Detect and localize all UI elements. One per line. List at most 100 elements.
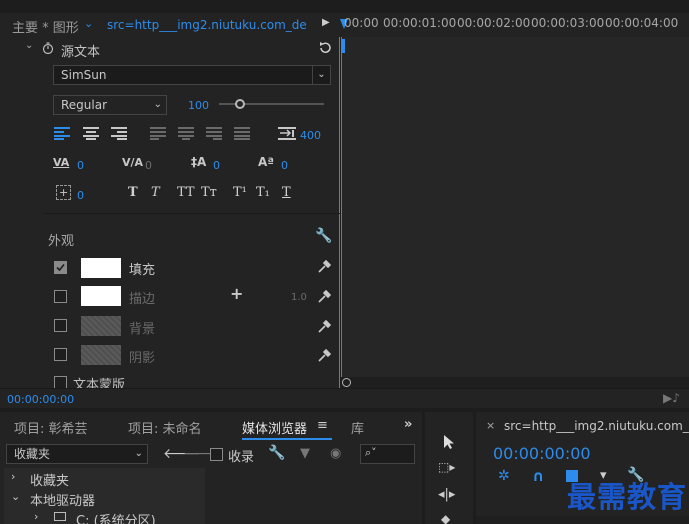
font-family-dropdown[interactable]: SimSun ⌄ — [53, 65, 331, 85]
more-tabs-icon[interactable]: » — [404, 417, 412, 432]
razor-tool-icon[interactable]: ◆ — [441, 512, 450, 524]
media-browser-panel: 项目: 彰希芸 项目: 未命名 媒体浏览器 ≡ 库 » 收藏夹 ⌄ 🡐 🡒 收录… — [0, 412, 422, 524]
align-right-icon[interactable] — [111, 127, 127, 140]
favorites-dropdown[interactable]: 收藏夹 ⌄ — [6, 444, 148, 464]
chevron-down-icon: ⌄ — [153, 99, 162, 110]
playhead-line — [341, 37, 342, 377]
audio-icon[interactable]: ▶♪ — [663, 391, 680, 405]
view-icon[interactable]: ◉ — [330, 446, 341, 461]
justify-left-icon[interactable] — [150, 127, 166, 140]
faux-bold-button[interactable]: T — [128, 185, 138, 200]
wrench-icon[interactable]: 🔧 — [268, 445, 285, 461]
all-caps-button[interactable]: TT — [177, 185, 195, 200]
font-size-value[interactable]: 100 — [188, 99, 209, 112]
align-left-icon[interactable] — [54, 127, 70, 140]
tab-project-1[interactable]: 项目: 彰希芸 — [14, 418, 88, 437]
status-bar: 00:00:00:00 ▶♪ — [0, 388, 689, 408]
linked-selection-icon[interactable]: ∩ — [532, 467, 544, 485]
drive-icon — [54, 512, 66, 521]
font-style-value: Regular — [61, 98, 108, 112]
program-timecode[interactable]: 00:00:00:00 — [493, 444, 591, 463]
eyedropper-icon[interactable] — [317, 349, 331, 363]
eyedropper-icon[interactable] — [317, 290, 331, 304]
current-timecode[interactable]: 00:00:00:00 — [7, 393, 74, 406]
wrench-icon[interactable]: 🔧 — [315, 228, 332, 244]
kerning-value[interactable]: 0 — [145, 159, 152, 172]
background-checkbox[interactable] — [54, 319, 67, 332]
leading-value[interactable]: 0 — [213, 159, 220, 172]
search-icon: ⌕˅ — [365, 446, 377, 459]
fill-color-swatch[interactable] — [81, 258, 121, 278]
font-size-slider[interactable] — [219, 99, 324, 109]
program-monitor-title[interactable]: src=http___img2.niutuku.com_desk_1 — [504, 419, 689, 433]
stroke-color-swatch[interactable] — [81, 286, 121, 306]
stroke-width-value[interactable]: 1.0 — [291, 292, 307, 303]
chevron-down-icon: ⌄ — [11, 490, 21, 503]
tree-item-local-drives[interactable]: ⌄ 本地驱动器 — [4, 490, 205, 509]
underline-button[interactable]: T — [282, 185, 291, 200]
reset-icon[interactable] — [318, 41, 332, 55]
baseline-shift-value[interactable]: 0 — [281, 159, 288, 172]
shadow-checkbox[interactable] — [54, 348, 67, 361]
kerning-icon: V/A — [122, 156, 144, 169]
tracking-value[interactable]: 0 — [77, 159, 84, 172]
chevron-down-icon[interactable]: ⌄ — [312, 66, 330, 84]
justify-center-icon[interactable] — [178, 127, 194, 140]
close-icon[interactable]: × — [486, 419, 495, 432]
faux-italic-button[interactable]: T — [151, 185, 160, 200]
shadow-label: 阴影 — [129, 351, 156, 366]
background-color-swatch[interactable] — [81, 316, 121, 336]
ripple-edit-tool-icon[interactable]: ◂|▸ — [438, 487, 455, 502]
shadow-color-swatch[interactable] — [81, 345, 121, 365]
filter-icon[interactable]: ▼ — [300, 446, 310, 461]
fill-checkbox[interactable] — [54, 261, 67, 274]
search-input[interactable]: ⌕˅ — [360, 444, 415, 464]
eyedropper-icon[interactable] — [317, 260, 331, 274]
small-caps-button[interactable]: Tт — [201, 185, 217, 200]
eyedropper-icon[interactable] — [317, 320, 331, 334]
appearance-label: 外观 — [48, 234, 75, 249]
tab-width-icon — [278, 127, 296, 140]
graphics-panel-header: 主要 * 图形 ⌄ src=http___img2.niutuku.com_de… — [0, 13, 340, 37]
tree-item-c-drive[interactable]: › C: (系统分区) — [4, 510, 205, 524]
timeline-strip — [476, 516, 689, 524]
tab-width-value[interactable]: 400 — [300, 129, 321, 142]
play-arrow-icon[interactable]: ▶ — [322, 17, 330, 28]
tree-item-favorites[interactable]: › 收藏夹 — [4, 470, 205, 489]
font-style-dropdown[interactable]: Regular ⌄ — [53, 95, 167, 115]
tab-libraries[interactable]: 库 — [351, 418, 364, 437]
justify-all-icon[interactable] — [234, 127, 250, 140]
align-center-icon[interactable] — [83, 127, 99, 140]
menu-icon[interactable]: ≡ — [317, 418, 328, 433]
chevron-right-icon: › — [34, 510, 39, 523]
playhead-handle[interactable] — [341, 39, 345, 53]
fill-label: 填充 — [129, 263, 156, 278]
justify-right-icon[interactable] — [206, 127, 222, 140]
snap-icon[interactable]: ✲ — [498, 468, 510, 484]
tree-item-label: 收藏夹 — [30, 474, 70, 489]
ruler-tick: 00:00:04:00 — [605, 16, 679, 30]
tab-main-graphics[interactable]: 主要 * 图形 — [12, 17, 79, 36]
tools-panel: ⬚▸ ◂|▸ ◆ — [425, 412, 473, 524]
chevron-down-icon[interactable]: ⌄ — [25, 40, 33, 51]
track-select-tool-icon[interactable]: ⬚▸ — [438, 460, 455, 474]
tab-sequence[interactable]: src=http___img2.niutuku.com_desk_1... — [107, 18, 307, 32]
timeline-ruler[interactable]: 00:00 00:00:01:00 00:00:02:00 00:00:03:0… — [340, 13, 689, 37]
selection-tool-icon[interactable] — [442, 434, 456, 450]
ingest-checkbox[interactable] — [210, 448, 223, 461]
subscript-button[interactable]: T₁ — [256, 185, 270, 200]
timeline-scrollbar[interactable] — [341, 377, 689, 388]
chevron-down-icon[interactable]: ⌄ — [84, 17, 93, 30]
timeline-track-area[interactable] — [341, 37, 689, 377]
add-stroke-icon[interactable]: + — [230, 284, 243, 303]
tab-project-2[interactable]: 项目: 未命名 — [128, 418, 202, 437]
ruler-tick: 00:00:03:00 — [531, 16, 605, 30]
stopwatch-icon[interactable] — [42, 42, 54, 54]
tsume-value[interactable]: 0 — [77, 189, 84, 202]
superscript-button[interactable]: T¹ — [233, 185, 247, 200]
scroll-handle[interactable] — [342, 378, 351, 387]
slider-handle[interactable] — [235, 99, 245, 109]
stroke-checkbox[interactable] — [54, 290, 67, 303]
tab-media-browser[interactable]: 媒体浏览器 — [242, 418, 307, 437]
active-tab-indicator — [242, 438, 332, 440]
